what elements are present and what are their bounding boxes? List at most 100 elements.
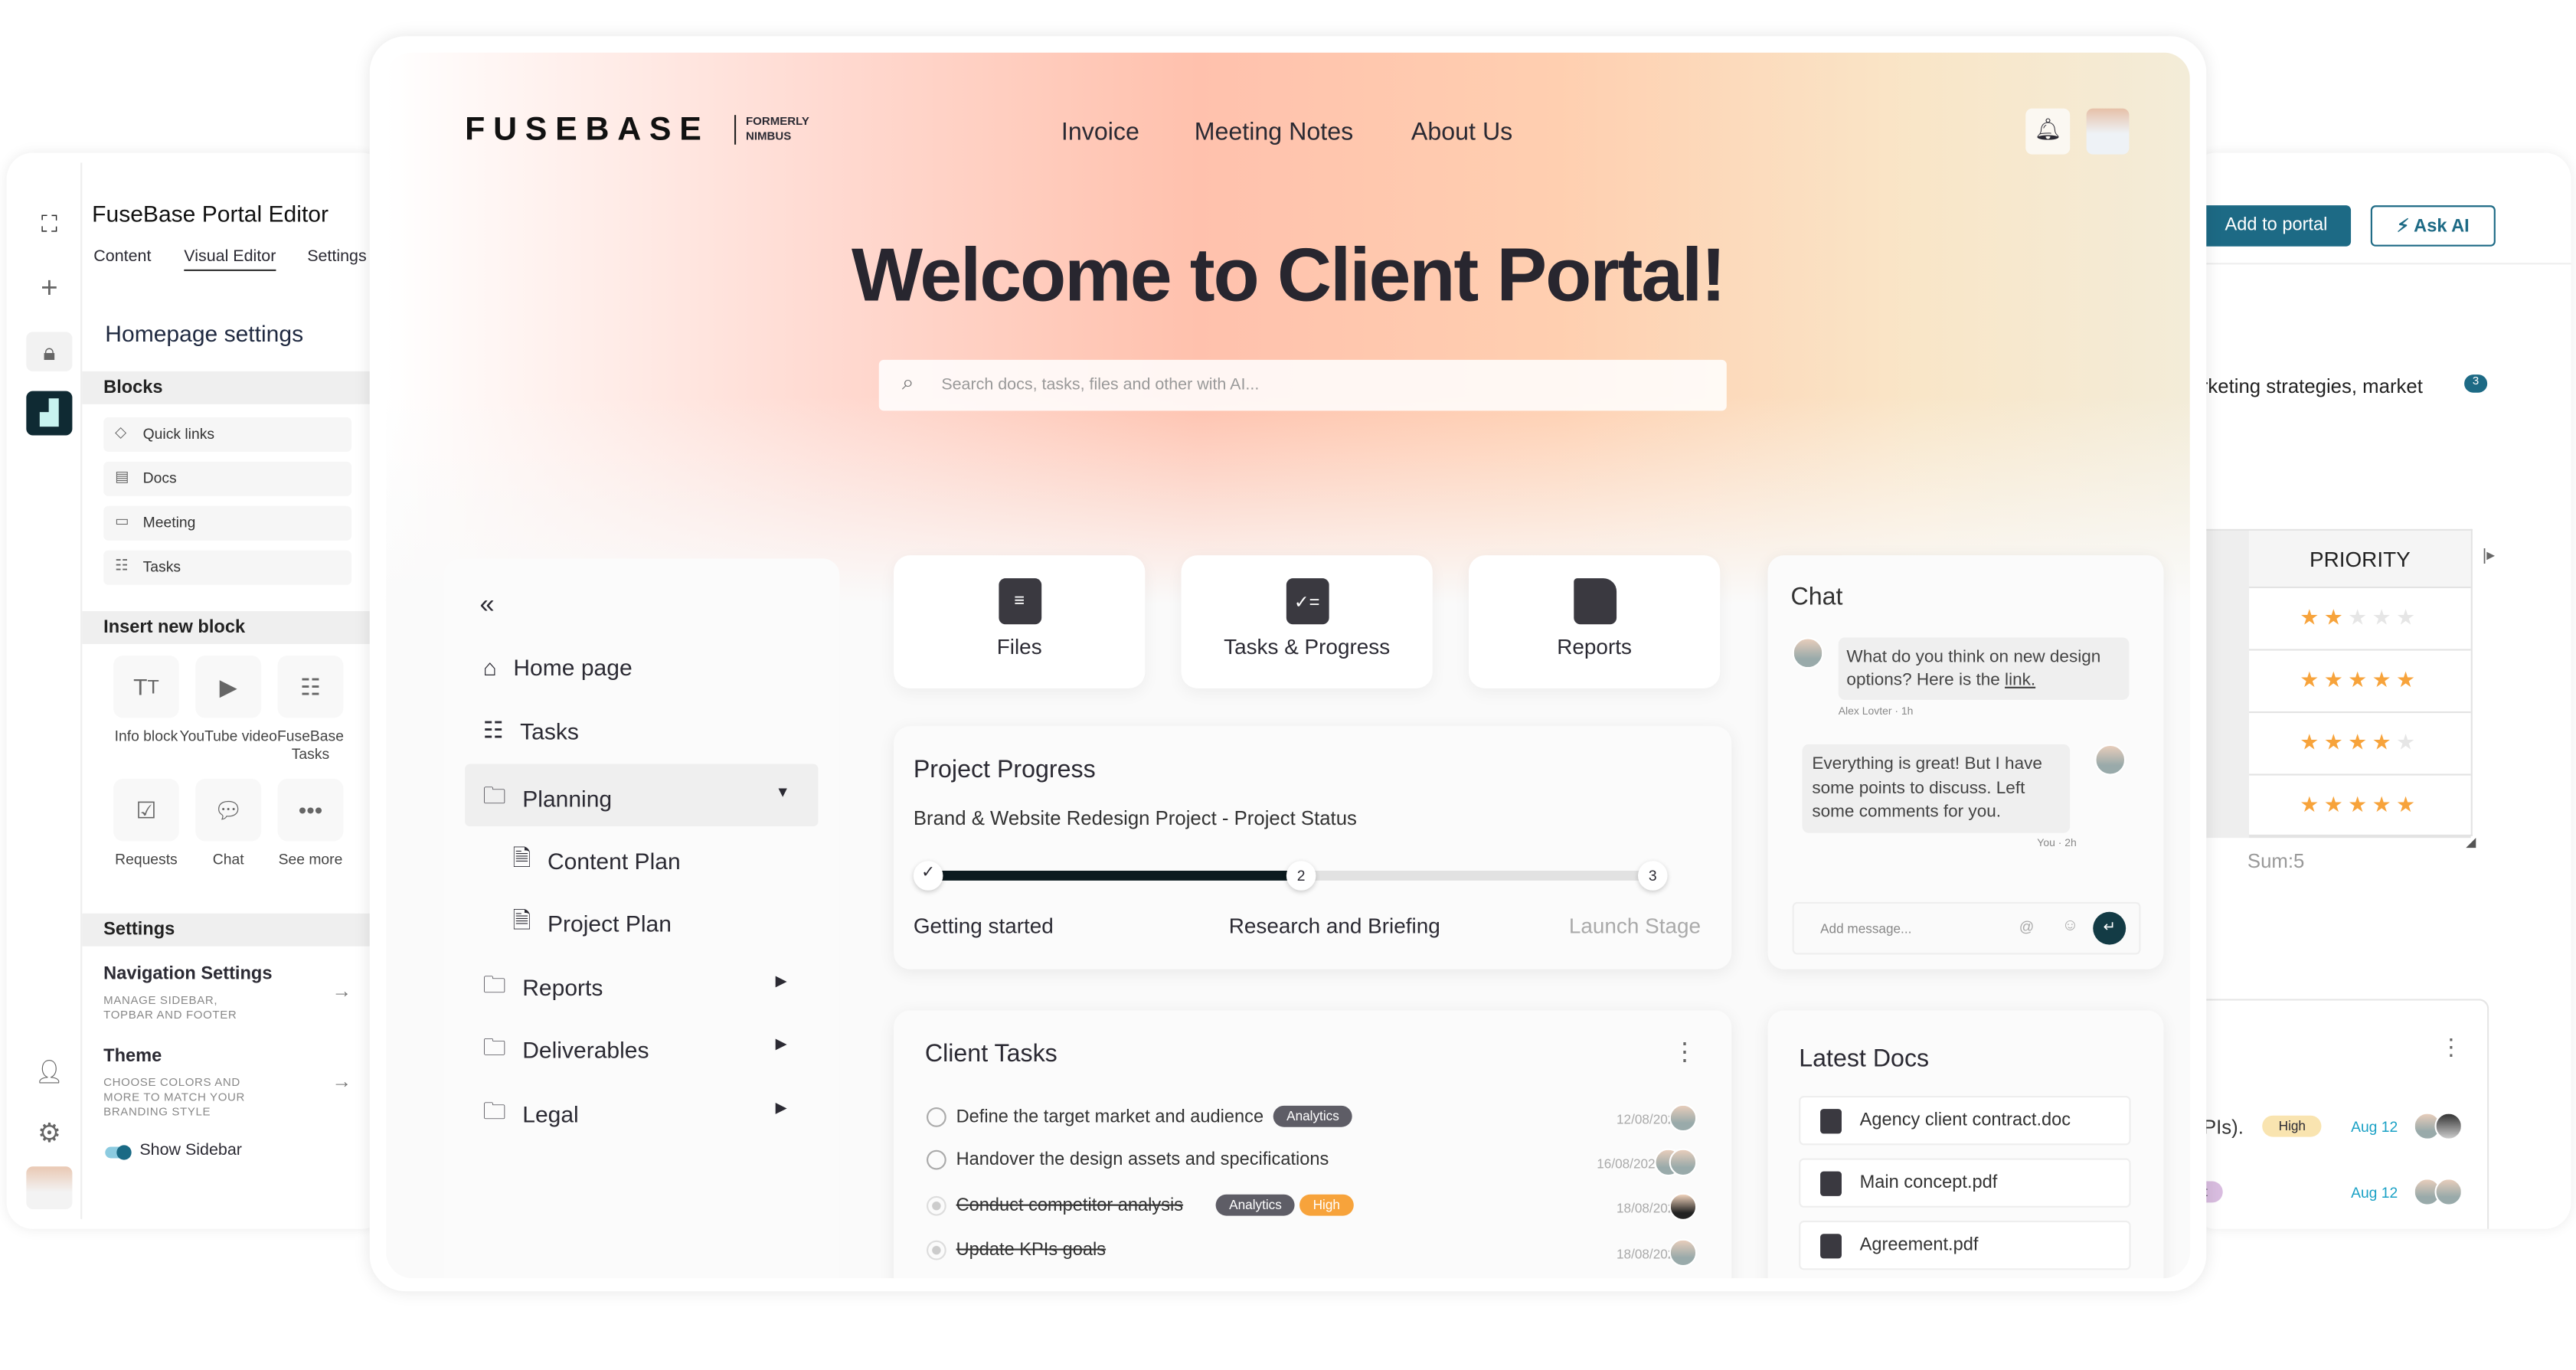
folder-icon: 🗀 — [482, 970, 506, 998]
task-checkbox[interactable] — [927, 1106, 946, 1126]
sidebar-item-content-plan[interactable]: 🗎 Content Plan — [512, 841, 680, 880]
more-vertical-icon[interactable]: ⋮ — [1672, 1037, 1697, 1066]
sidebar-item-deliverables[interactable]: 🗀 Deliverables — [483, 1030, 649, 1069]
quick-link-reports[interactable]: Reports — [1468, 555, 1721, 688]
task-row[interactable]: Handover the design assets and specifica… — [927, 1149, 1698, 1170]
theme-title[interactable]: Theme — [103, 1047, 162, 1067]
star-icon[interactable]: ★ — [2396, 667, 2420, 692]
plus-icon[interactable]: + — [26, 268, 72, 307]
star-icon[interactable]: ★ — [2348, 730, 2372, 754]
bell-icon[interactable]: 🔔︎ — [2025, 108, 2071, 155]
star-icon[interactable]: ★ — [2372, 667, 2396, 692]
search-input[interactable]: ⌕ Search docs, tasks, files and other wi… — [878, 359, 1727, 411]
star-icon[interactable]: ★ — [2324, 667, 2348, 692]
arrow-right-icon[interactable]: → — [332, 1070, 351, 1093]
file-icon: ≡ — [998, 578, 1041, 625]
sidebar-item-reports[interactable]: 🗀 Reports — [483, 968, 603, 1007]
priority-rating[interactable]: ★★★★★ — [2249, 651, 2471, 714]
caret-right-icon[interactable]: ▶ — [776, 973, 787, 991]
message-link[interactable]: link. — [2005, 670, 2035, 690]
task-checkbox[interactable] — [927, 1149, 946, 1170]
star-icon[interactable]: ★ — [2396, 605, 2420, 629]
sidebar-item-planning-label[interactable]: 🗀 Planning — [483, 779, 612, 818]
doc-item[interactable]: Main concept.pdf — [1799, 1158, 2131, 1208]
add-user-icon[interactable]: 👤︎ — [26, 1051, 72, 1090]
youtube-icon[interactable]: ▶ — [195, 656, 262, 718]
task-row[interactable]: Update KPIs goals — [927, 1240, 1698, 1260]
caret-right-icon[interactable]: ▶ — [776, 1099, 787, 1117]
star-icon[interactable]: ★ — [2300, 667, 2323, 692]
check-box-icon[interactable]: ☑ — [113, 778, 179, 842]
tab-content[interactable]: Content — [93, 248, 151, 266]
nav-meeting-notes[interactable]: Meeting Notes — [1195, 118, 1354, 146]
star-icon[interactable]: ★ — [2396, 792, 2420, 816]
tab-visual-editor[interactable]: Visual Editor — [184, 248, 276, 271]
mention-icon[interactable]: @ — [2019, 918, 2035, 934]
task-row[interactable]: Conduct competitor analysis Analytics High — [927, 1194, 1698, 1216]
tab-settings[interactable]: Settings — [307, 248, 367, 266]
doc-item[interactable]: Agency client contract.doc — [1799, 1095, 2131, 1146]
chat-icon[interactable]: 💬︎ — [195, 778, 262, 842]
block-meeting[interactable]: ▭ Meeting — [103, 505, 352, 541]
block-docs[interactable]: ▤ Docs — [103, 461, 352, 496]
sidebar-item-home-page[interactable]: ⌂ Home page — [483, 654, 633, 680]
caret-right-icon[interactable]: ▶ — [776, 1035, 787, 1054]
navigation-settings-title[interactable]: Navigation Settings — [103, 964, 272, 984]
task-checkbox[interactable] — [927, 1195, 946, 1215]
star-icon[interactable]: ★ — [2300, 730, 2323, 754]
arrow-right-icon[interactable]: → — [332, 979, 351, 1002]
ask-ai-button[interactable]: ⚡︎ Ask AI — [2370, 205, 2496, 247]
star-icon[interactable]: ★ — [2372, 605, 2396, 629]
more-horizontal-icon[interactable]: ••• — [277, 778, 344, 842]
ask-ai-label: Ask AI — [2414, 217, 2470, 237]
home-portal-icon[interactable]: ▟ — [26, 391, 73, 436]
send-icon[interactable]: ↵ — [2093, 911, 2127, 945]
user-avatar[interactable] — [2086, 108, 2130, 155]
sidebar-item-project-plan[interactable]: 🗎 Project Plan — [512, 904, 672, 943]
comment-count-badge[interactable]: 3 — [2464, 374, 2488, 393]
emoji-icon[interactable]: ☺ — [2061, 917, 2078, 935]
sidebar-item-tasks[interactable]: ☷ Tasks — [483, 716, 579, 744]
task-row[interactable]: Define the target market and audience Ana… — [927, 1105, 1698, 1127]
gear-icon[interactable]: ⚙ — [26, 1114, 72, 1153]
fusebase-logo[interactable]: FUSEBASE — [465, 112, 709, 149]
priority-rating[interactable]: ★★★★★ — [2249, 713, 2471, 776]
star-icon[interactable]: ★ — [2372, 792, 2396, 816]
sidebar-item-legal[interactable]: 🗀 Legal — [483, 1094, 579, 1133]
doc-item[interactable]: Agreement.pdf — [1799, 1221, 2131, 1270]
star-icon[interactable]: ★ — [2300, 605, 2323, 629]
block-quick-links[interactable]: ◇ Quick links — [103, 417, 352, 452]
task-list-icon[interactable]: ☷ — [277, 656, 344, 718]
priority-rating[interactable]: ★★★★★ — [2249, 776, 2471, 839]
priority-rating[interactable]: ★★★★★ — [2249, 588, 2471, 651]
lock-icon[interactable]: 🔒︎ — [26, 332, 73, 371]
priority-header[interactable]: PRIORITY — [2249, 530, 2471, 589]
resize-handle-icon[interactable]: ◢ — [2466, 835, 2476, 849]
star-icon[interactable]: ★ — [2396, 730, 2420, 754]
nav-about-us[interactable]: About Us — [1411, 118, 1512, 146]
task-checkbox[interactable] — [927, 1240, 946, 1260]
quick-link-tasks-progress[interactable]: ✓= Tasks & Progress — [1181, 555, 1433, 688]
expand-column-icon[interactable]: |▸ — [2483, 547, 2495, 565]
step-2-marker: 2 — [1286, 861, 1316, 891]
nav-invoice[interactable]: Invoice — [1061, 118, 1139, 146]
star-icon[interactable]: ★ — [2348, 667, 2372, 692]
block-tasks[interactable]: ☷ Tasks — [103, 550, 352, 585]
avatar[interactable] — [26, 1166, 73, 1210]
add-to-portal-button[interactable]: Add to portal — [2201, 205, 2352, 247]
collapse-sidebar-icon[interactable]: « — [479, 591, 494, 621]
quick-link-files[interactable]: ≡ Files — [894, 555, 1146, 688]
star-icon[interactable]: ★ — [2324, 605, 2348, 629]
message-input[interactable]: Add message... @ ☺ ↵ — [1792, 901, 2141, 955]
more-vertical-icon[interactable]: ⋮ — [2440, 1033, 2463, 1061]
text-icon[interactable]: TT — [113, 656, 179, 718]
star-icon[interactable]: ★ — [2324, 792, 2348, 816]
show-sidebar-toggle[interactable] — [105, 1145, 132, 1160]
star-icon[interactable]: ★ — [2324, 730, 2348, 754]
caret-down-icon[interactable]: ▼ — [776, 783, 790, 799]
star-icon[interactable]: ★ — [2348, 605, 2372, 629]
scan-logo-icon[interactable]: ⛶ — [26, 204, 72, 243]
star-icon[interactable]: ★ — [2372, 730, 2396, 754]
star-icon[interactable]: ★ — [2348, 792, 2372, 816]
star-icon[interactable]: ★ — [2300, 792, 2323, 816]
